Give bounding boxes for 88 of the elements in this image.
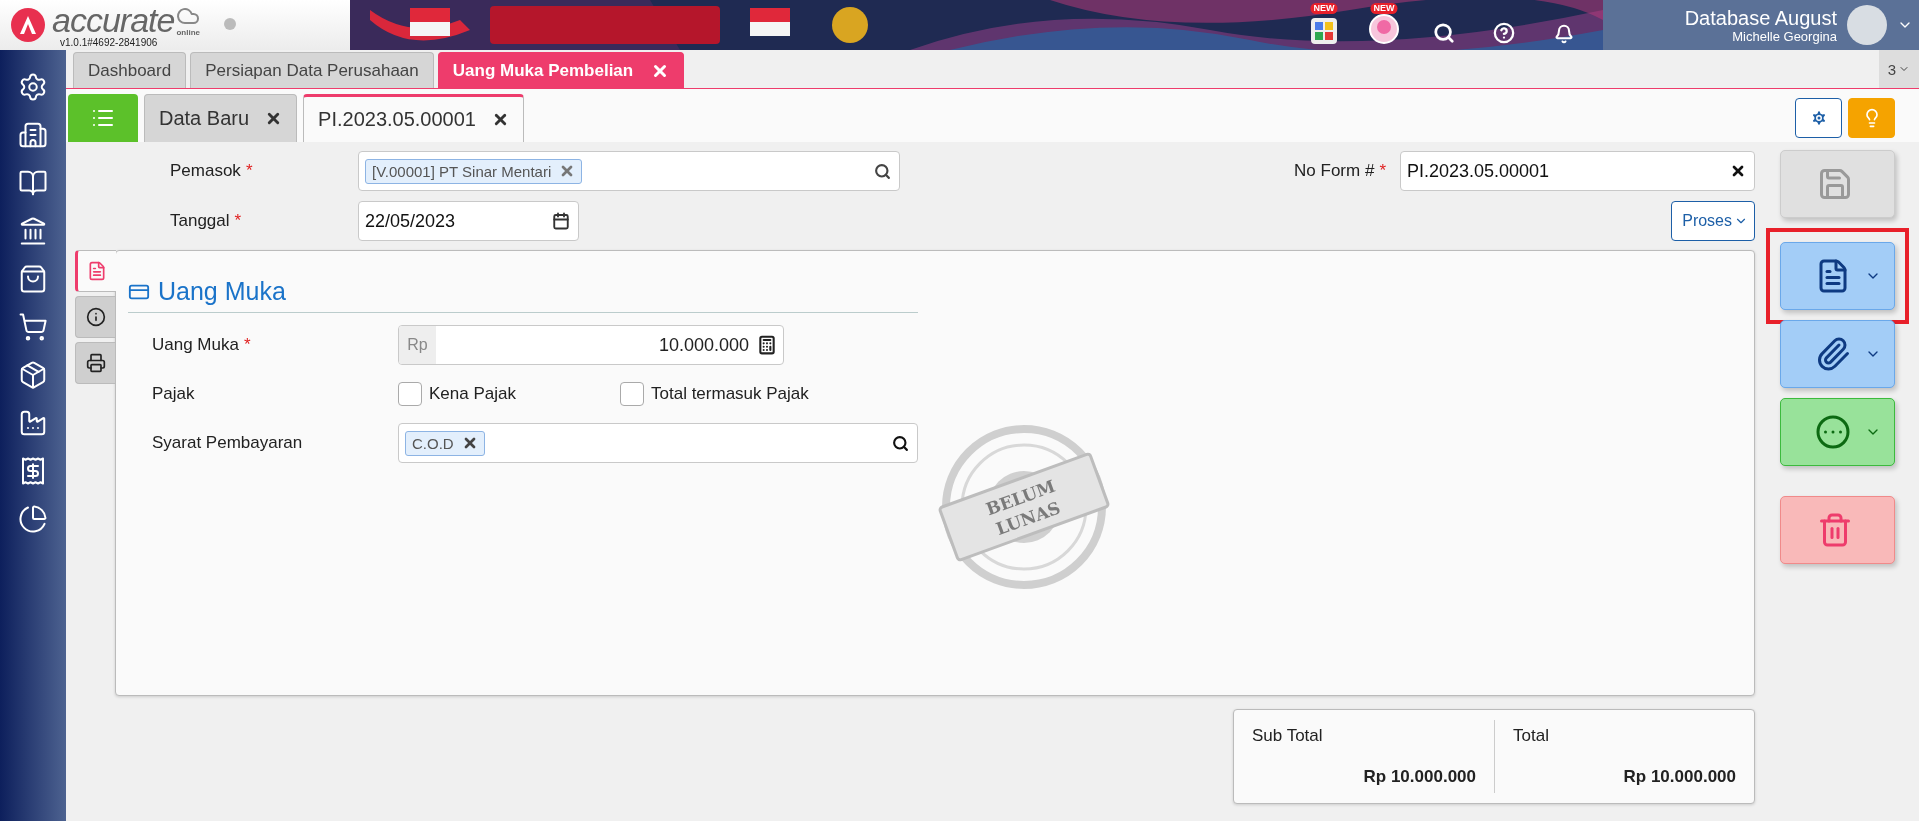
more-button[interactable] [1780, 398, 1895, 466]
ellipsis-icon [1814, 414, 1851, 450]
checkbox-label: Total termasuk Pajak [651, 384, 809, 404]
total-value: Rp 10.000.000 [1362, 767, 1476, 787]
document-icon [87, 261, 107, 281]
pie-chart-icon-button[interactable] [18, 504, 48, 534]
package-icon-button[interactable] [18, 360, 48, 390]
section-title: Uang Muka [158, 277, 286, 306]
user-avatar[interactable] [1847, 5, 1887, 45]
settings-button[interactable] [1795, 98, 1842, 138]
required-mark: * [1379, 161, 1386, 180]
form-number-field[interactable]: PI.2023.05.00001 [1400, 151, 1755, 191]
field-value: 22/05/2023 [365, 210, 457, 232]
settings-icon [18, 72, 48, 102]
database-name: Database August [1684, 6, 1837, 29]
module-tab[interactable]: Dashboard [73, 52, 187, 88]
new-badge: NEW [1370, 3, 1398, 14]
required-mark: * [234, 211, 242, 230]
bag-icon [18, 264, 48, 294]
close-icon[interactable] [492, 111, 509, 128]
cart-icon [18, 312, 48, 342]
help-icon [1493, 22, 1515, 44]
checkbox-label: Kena Pajak [429, 384, 516, 404]
book-icon-button[interactable] [18, 168, 48, 198]
logo-text: accurate [52, 2, 175, 37]
process-button[interactable]: Proses [1671, 201, 1755, 241]
checkbox[interactable] [620, 382, 644, 406]
total-label: Sub Total [1252, 726, 1324, 746]
checkbox[interactable] [398, 382, 422, 406]
bank-icon [18, 216, 48, 246]
cart-icon-button[interactable] [18, 312, 48, 342]
side-tab[interactable] [75, 342, 115, 384]
assistant-button[interactable]: NEW [1367, 2, 1401, 48]
bank-icon-button[interactable] [18, 216, 48, 246]
document-tab[interactable]: PI.2023.05.00001 [303, 94, 524, 142]
supplier-field[interactable]: [V.00001] PT Sinar Mentari [358, 151, 900, 191]
status-dot [224, 18, 237, 30]
search-icon [1433, 22, 1455, 44]
field-value: 10.000.000 [657, 334, 750, 356]
bag-icon-button[interactable] [18, 264, 48, 294]
calculator-icon[interactable] [757, 335, 777, 355]
field-label: Pemasok * [170, 161, 254, 181]
version-text: v1.0.1#4692-2841906 [60, 36, 159, 48]
factory-icon-button[interactable] [18, 408, 48, 438]
clear-icon[interactable] [1730, 163, 1746, 179]
tab-count-button[interactable]: 3 [1879, 50, 1919, 88]
document-tab[interactable]: Data Baru [144, 94, 298, 142]
building-icon [18, 120, 48, 150]
field-label: Tanggal * [170, 211, 243, 231]
pie-chart-icon [18, 504, 48, 534]
required-mark: * [243, 335, 251, 354]
module-tab[interactable]: Uang Muka Pembelian [437, 52, 685, 88]
required-mark: * [245, 161, 253, 180]
book-icon [18, 168, 48, 198]
building-icon-button[interactable] [18, 120, 48, 150]
avatar-icon [1369, 14, 1399, 44]
bell-icon [1554, 24, 1574, 44]
logo-subtitle: online [176, 27, 201, 37]
apps-grid-icon [1311, 18, 1337, 44]
calendar-icon[interactable] [552, 212, 570, 230]
apps-button[interactable]: NEW [1307, 2, 1341, 48]
field-label: Pajak [152, 384, 196, 404]
factory-icon [18, 408, 48, 438]
package-icon [18, 360, 48, 390]
field-label: No Form # * [1294, 161, 1386, 181]
attachment-button[interactable] [1780, 320, 1895, 388]
search-icon [892, 434, 909, 452]
search-icon [874, 162, 891, 180]
payment-terms-field[interactable]: C.O.D [398, 423, 918, 463]
field-label: Syarat Pembayaran [152, 433, 304, 453]
settings-icon-button[interactable] [18, 72, 48, 102]
field-value: PI.2023.05.00001 [1407, 160, 1551, 182]
user-name: Michelle Georgina [1732, 28, 1837, 44]
info-icon [85, 307, 106, 327]
field-label: Uang Muka * [152, 335, 252, 355]
module-tab[interactable]: Persiapan Data Perusahaan [190, 52, 434, 88]
chip-label: [V.00001] PT Sinar Mentari [372, 162, 552, 180]
side-tab[interactable] [75, 296, 115, 338]
total-value: Rp 10.000.000 [1622, 767, 1736, 787]
currency-prefix: Rp [399, 326, 436, 364]
new-badge: NEW [1310, 3, 1338, 14]
amount-field[interactable]: Rp 10.000.000 [398, 325, 784, 365]
document-button[interactable] [1780, 242, 1895, 310]
printer-icon [85, 353, 106, 373]
logo-icon [10, 7, 46, 43]
total-label: Total [1513, 726, 1550, 746]
chip-label: C.O.D [412, 434, 454, 452]
date-field[interactable]: 22/05/2023 [358, 201, 579, 241]
